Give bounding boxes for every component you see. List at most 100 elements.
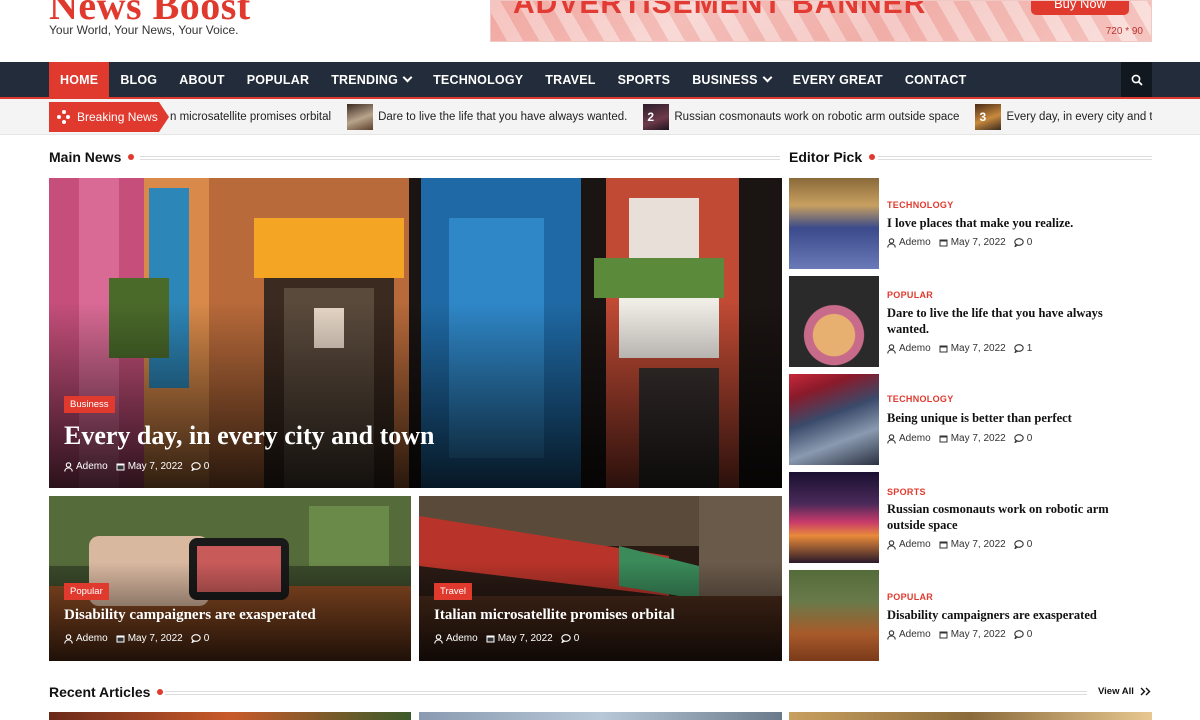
editor-pick-item[interactable]: POPULAR Dare to live the life that you h… <box>789 276 1152 367</box>
view-all-label: View All <box>1098 686 1134 697</box>
editor-pick-item[interactable]: SPORTS Russian cosmonauts work on roboti… <box>789 472 1152 563</box>
editor-pick-item[interactable]: TECHNOLOGY I love places that make you r… <box>789 178 1152 269</box>
meta-comments[interactable]: 0 <box>190 461 209 472</box>
pick-thumbnail[interactable] <box>789 472 879 563</box>
pick-title[interactable]: Disability campaigners are exasperated <box>887 607 1147 623</box>
nav-item-sports[interactable]: SPORTS <box>607 62 682 97</box>
nav-menu: HOME BLOG ABOUT POPULAR TRENDING TECHNOL… <box>49 62 977 97</box>
meta-author[interactable]: Ademo <box>434 633 478 644</box>
meta-author[interactable]: Ademo <box>887 539 931 550</box>
nav-item-travel[interactable]: TRAVEL <box>534 62 606 97</box>
editor-pick-item[interactable]: POPULAR Disability campaigners are exasp… <box>789 570 1152 661</box>
calendar-icon <box>116 635 125 643</box>
meta-comments[interactable]: 0 <box>1013 433 1032 444</box>
nav-item-technology[interactable]: TECHNOLOGY <box>422 62 534 97</box>
article-card[interactable]: Travel Italian microsatellite promises o… <box>419 496 782 661</box>
author-name: Ademo <box>76 461 108 472</box>
article-meta: Ademo May 7, 2022 0 <box>887 539 1040 550</box>
article-meta: Ademo May 7, 2022 0 <box>64 633 217 644</box>
category-badge[interactable]: Travel <box>434 583 473 600</box>
nav-item-business[interactable]: BUSINESS <box>681 62 782 97</box>
advertisement-banner[interactable]: ADVERTISEMENT BANNER Buy Now 720 * 90 <box>490 0 1152 42</box>
main-navigation: HOME BLOG ABOUT POPULAR TRENDING TECHNOL… <box>0 62 1200 99</box>
search-button[interactable] <box>1121 62 1152 97</box>
category-badge[interactable]: Business <box>64 396 115 413</box>
pick-category[interactable]: TECHNOLOGY <box>887 200 954 210</box>
recent-article-thumbnail[interactable] <box>49 712 411 720</box>
search-icon <box>1131 74 1143 86</box>
meta-comments[interactable]: 1 <box>1013 343 1032 354</box>
meta-comments[interactable]: 0 <box>1013 237 1032 248</box>
pick-title[interactable]: Dare to live the life that you have alwa… <box>887 305 1147 337</box>
comment-count: 0 <box>203 633 210 644</box>
meta-comments[interactable]: 0 <box>1013 629 1032 640</box>
meta-author[interactable]: Ademo <box>887 629 931 640</box>
pick-thumbnail[interactable] <box>789 374 879 465</box>
comment-icon <box>1013 434 1024 443</box>
nav-item-trending[interactable]: TRENDING <box>320 62 422 97</box>
ticker-thumbnail <box>347 104 374 130</box>
meta-comments[interactable]: 0 <box>560 633 579 644</box>
calendar-icon <box>939 435 948 443</box>
nav-item-about[interactable]: ABOUT <box>168 62 235 97</box>
meta-author[interactable]: Ademo <box>64 461 108 472</box>
meta-author[interactable]: Ademo <box>887 343 931 354</box>
featured-article-card[interactable]: Business Every day, in every city and to… <box>49 178 782 488</box>
ticker-item[interactable]: n microsatellite promises orbital <box>170 111 331 123</box>
user-icon <box>887 629 896 640</box>
user-icon <box>887 433 896 444</box>
nav-item-contact[interactable]: CONTACT <box>894 62 978 97</box>
breaking-news-label: Breaking News <box>49 102 169 132</box>
comment-count: 0 <box>1026 539 1033 550</box>
pick-category[interactable]: TECHNOLOGY <box>887 394 954 404</box>
article-title[interactable]: Disability campaigners are exasperated <box>64 607 316 624</box>
site-tagline: Your World, Your News, Your Voice. <box>49 23 239 37</box>
featured-title[interactable]: Every day, in every city and town <box>64 421 435 451</box>
ticker-item[interactable]: 3 Every day, in every city and town <box>975 104 1152 130</box>
ticker-number: 3 <box>979 110 987 124</box>
pick-thumbnail[interactable] <box>789 570 879 661</box>
ad-buy-now-button[interactable]: Buy Now <box>1031 1 1129 15</box>
meta-author[interactable]: Ademo <box>887 433 931 444</box>
pick-thumbnail[interactable] <box>789 178 879 269</box>
ticker-item[interactable]: 2 Russian cosmonauts work on robotic arm… <box>643 104 959 130</box>
article-meta: Ademo May 7, 2022 0 <box>64 461 217 472</box>
nav-label: HOME <box>60 72 99 87</box>
user-icon <box>887 539 896 550</box>
pick-title[interactable]: Being unique is better than perfect <box>887 410 1147 426</box>
recent-article-thumbnail[interactable] <box>789 712 1152 720</box>
recent-article-thumbnail[interactable] <box>419 712 782 720</box>
meta-author[interactable]: Ademo <box>887 237 931 248</box>
post-date: May 7, 2022 <box>950 343 1006 354</box>
view-all-link[interactable]: View All <box>1098 686 1152 697</box>
pick-title[interactable]: I love places that make you realize. <box>887 215 1147 231</box>
ticker-thumbnail: 2 <box>643 104 670 130</box>
editor-pick-item[interactable]: TECHNOLOGY Being unique is better than p… <box>789 374 1152 465</box>
pick-category[interactable]: POPULAR <box>887 592 933 602</box>
article-title[interactable]: Italian microsatellite promises orbital <box>434 607 675 624</box>
meta-date: May 7, 2022 <box>486 633 553 644</box>
nav-item-every-great[interactable]: EVERY GREAT <box>782 62 894 97</box>
editor-pick-heading: Editor Pick <box>789 149 876 165</box>
meta-comments[interactable]: 0 <box>190 633 210 644</box>
ticker-item[interactable]: Dare to live the life that you have alwa… <box>347 104 627 130</box>
pick-category[interactable]: POPULAR <box>887 290 933 300</box>
section-divider <box>878 156 1152 160</box>
pick-category[interactable]: SPORTS <box>887 487 926 497</box>
meta-comments[interactable]: 0 <box>1013 539 1033 550</box>
pick-title[interactable]: Russian cosmonauts work on robotic arm o… <box>887 501 1147 533</box>
nav-item-home[interactable]: HOME <box>49 62 110 97</box>
comment-icon <box>1013 630 1024 639</box>
category-badge[interactable]: Popular <box>64 583 109 600</box>
post-date: May 7, 2022 <box>127 461 183 472</box>
author-name: Ademo <box>446 633 478 644</box>
pick-thumbnail[interactable] <box>789 276 879 367</box>
breaking-news-icon <box>57 110 71 124</box>
nav-item-blog[interactable]: BLOG <box>109 62 168 97</box>
meta-date: May 7, 2022 <box>939 433 1006 444</box>
author-name: Ademo <box>76 633 108 644</box>
author-name: Ademo <box>899 343 931 354</box>
nav-item-popular[interactable]: POPULAR <box>236 62 321 97</box>
meta-author[interactable]: Ademo <box>64 633 108 644</box>
article-card[interactable]: Popular Disability campaigners are exasp… <box>49 496 411 661</box>
